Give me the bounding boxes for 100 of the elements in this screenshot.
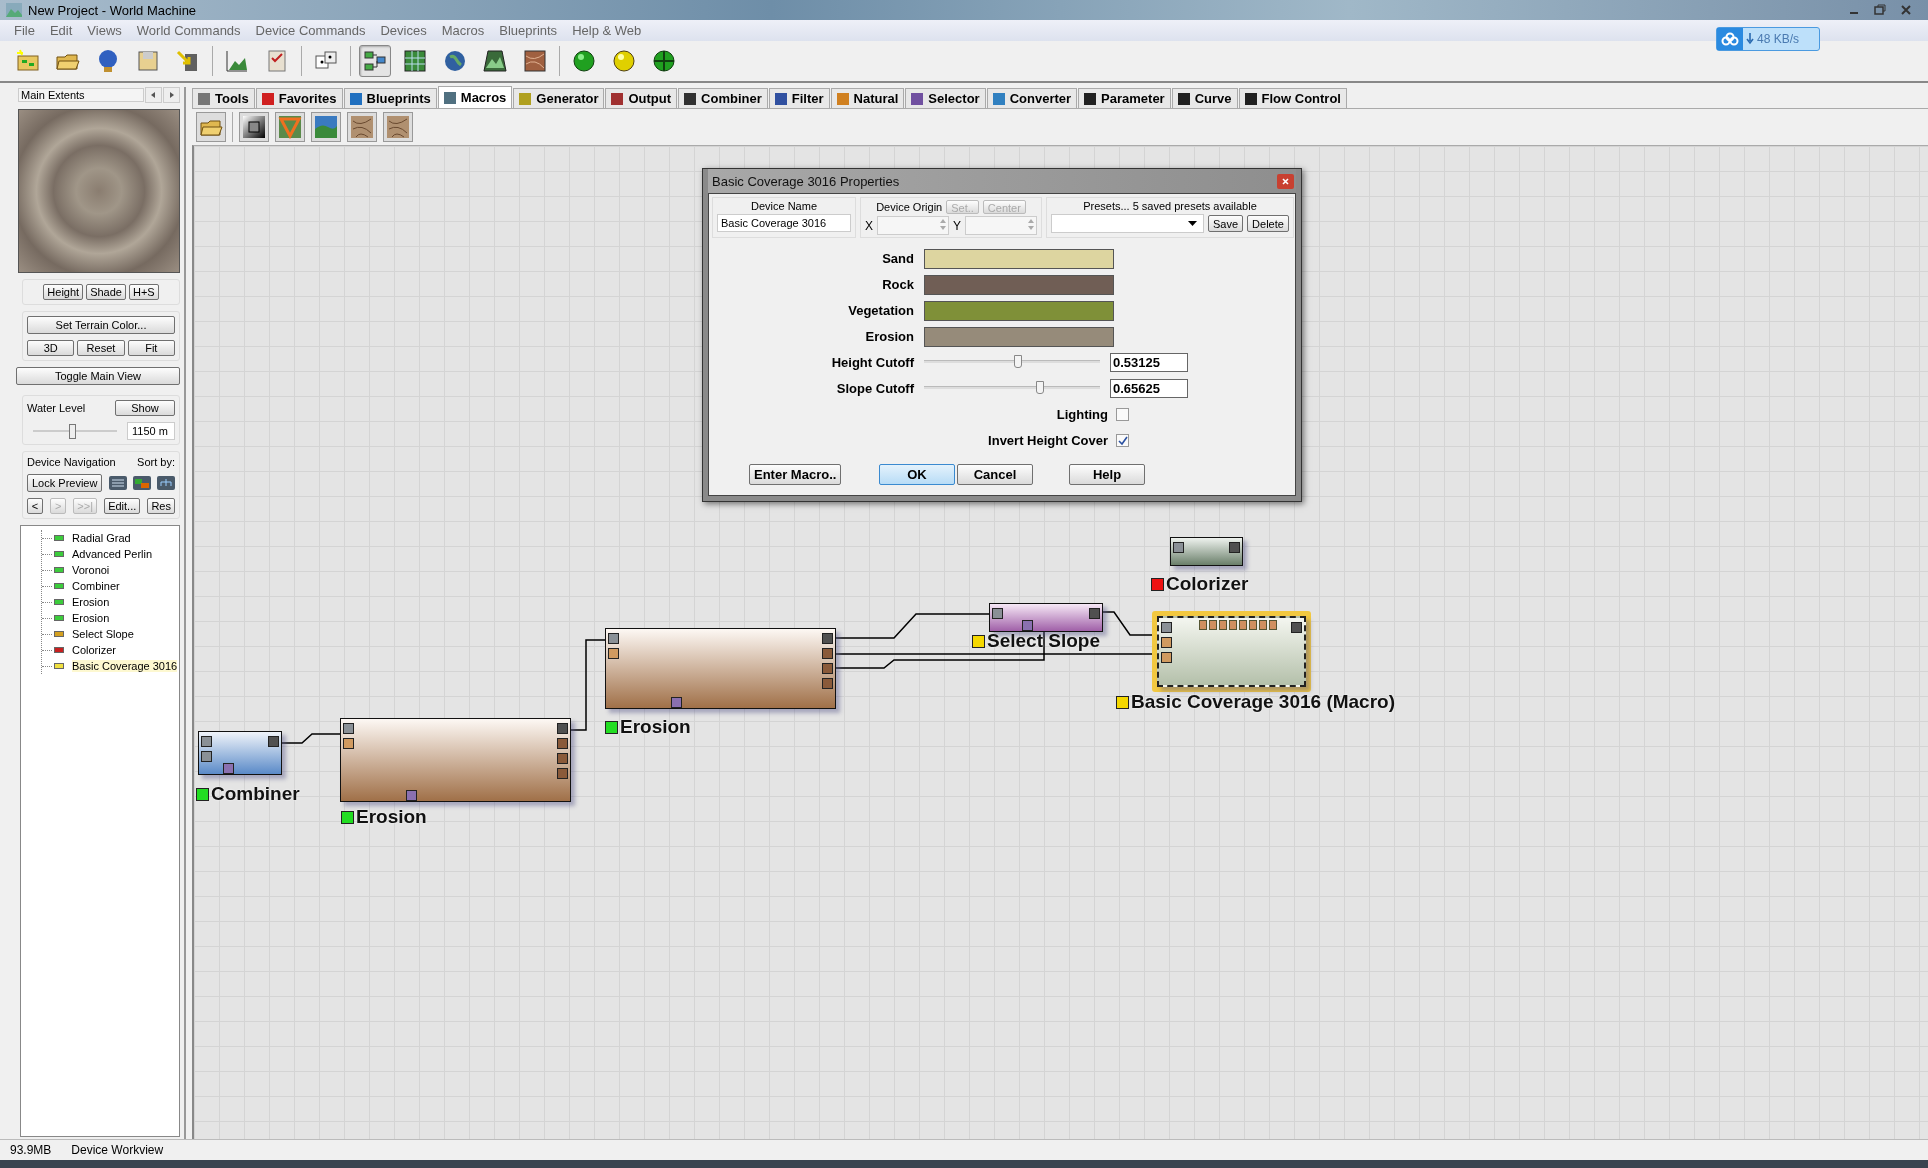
menu-item[interactable]: Edit [49,23,73,38]
dialog-button[interactable]: Cancel [957,464,1033,485]
menu-item[interactable]: World Commands [136,23,241,38]
dialog-button[interactable]: OK [879,464,955,485]
color-swatch[interactable] [924,274,1114,295]
slider-thumb[interactable] [1013,354,1022,368]
menu-item[interactable]: Views [87,23,122,38]
tab[interactable]: Tools [192,88,255,108]
value-field[interactable]: 0.53125 [1110,353,1188,372]
tab[interactable]: Selector [905,88,986,108]
tree-item[interactable]: Radial Grad [42,530,179,546]
output-port[interactable] [557,738,568,749]
set-terrain-color-button[interactable]: Set Terrain Color... [27,316,175,334]
input-port[interactable] [1161,637,1172,648]
input-port[interactable] [1173,542,1184,553]
slider-thumb[interactable] [1035,380,1044,394]
tab[interactable]: Converter [986,88,1078,108]
tab[interactable]: Combiner [678,88,768,108]
dialog-button[interactable]: Enter Macro.. [749,464,841,485]
x-spin-field[interactable] [877,216,949,235]
toolbar-button[interactable] [359,45,391,77]
tab[interactable]: Blueprints [343,88,437,108]
y-spin-field[interactable] [965,216,1038,235]
save-button[interactable]: Save [1208,215,1244,232]
mask-port[interactable] [671,697,682,708]
camera-button[interactable]: Fit [127,340,175,356]
output-port[interactable] [822,678,833,689]
output-port[interactable] [822,648,833,659]
device-node[interactable] [1170,537,1243,566]
tree-item[interactable]: Colorizer [42,642,179,658]
mask-port[interactable] [406,790,417,801]
input-port[interactable] [343,723,354,734]
menu-item[interactable]: Help & Web [572,23,642,38]
list-icon[interactable] [108,476,127,490]
mask-port[interactable] [1022,620,1033,631]
tab[interactable]: Filter [768,88,830,108]
device-node[interactable] [340,718,571,802]
device-node[interactable] [1157,616,1306,687]
color-swatch[interactable] [924,248,1114,269]
tab[interactable]: Output [605,88,678,108]
menu-item[interactable]: File [14,23,35,38]
hierarchy-icon[interactable] [157,476,175,490]
water-level-slider-thumb[interactable] [69,424,77,439]
color-swatch[interactable] [924,326,1114,347]
output-port[interactable] [822,663,833,674]
macro-button[interactable] [239,112,269,142]
tab[interactable]: Macros [437,86,513,108]
lock-preview-button[interactable]: Lock Preview [27,474,103,492]
device-node[interactable] [605,628,836,709]
show-water-button[interactable]: Show [115,400,175,416]
node-graph-icon[interactable] [132,476,151,490]
input-port[interactable] [608,633,619,644]
device-node[interactable] [198,731,282,775]
navigation-button[interactable]: < [27,498,43,514]
menu-item[interactable]: Devices [380,23,427,38]
input-port[interactable] [201,736,212,747]
device-name-field[interactable]: Basic Coverage 3016 [717,214,851,232]
value-field[interactable]: 0.65625 [1110,379,1188,398]
input-port[interactable] [343,738,354,749]
tab[interactable]: Parameter [1078,88,1171,108]
input-port[interactable] [201,751,212,762]
tab[interactable]: Favorites [255,88,343,108]
input-port[interactable] [608,648,619,659]
delete-button[interactable]: Delete [1247,215,1289,232]
output-port[interactable] [557,768,568,779]
water-level-field[interactable]: 1150 m [127,422,175,440]
navigation-button[interactable]: Edit... [104,498,141,514]
tab[interactable]: Curve [1171,88,1238,108]
tab[interactable]: Natural [830,88,905,108]
view-mode-button[interactable]: H+S [128,284,159,300]
tab[interactable]: Flow Control [1238,88,1347,108]
input-port[interactable] [1161,622,1172,633]
camera-button[interactable]: 3D [27,340,75,356]
macro-button[interactable] [347,112,377,142]
output-port[interactable] [557,753,568,764]
checkbox[interactable] [1116,434,1129,447]
tree-item[interactable]: Voronoi [42,562,179,578]
macro-button[interactable] [383,112,413,142]
checkbox[interactable] [1116,408,1129,421]
tree-item[interactable]: Combiner [42,578,179,594]
view-mode-button[interactable]: Shade [86,284,126,300]
navigation-button[interactable]: Res [147,498,175,514]
menu-item[interactable]: Device Commands [255,23,366,38]
menu-item[interactable]: Macros [441,23,485,38]
tree-item[interactable]: Select Slope [42,626,179,642]
close-icon[interactable] [1277,173,1294,189]
mask-port[interactable] [223,763,234,774]
camera-button[interactable]: Reset [77,340,125,356]
tree-item[interactable]: Erosion [42,610,179,626]
tab[interactable]: Generator [513,88,605,108]
tree-item[interactable]: Erosion [42,594,179,610]
toggle-main-view-button[interactable]: Toggle Main View [16,367,180,385]
dialog-button[interactable]: Help [1069,464,1145,485]
input-port[interactable] [1161,652,1172,663]
color-swatch[interactable] [924,300,1114,321]
device-node[interactable] [989,603,1103,632]
input-port[interactable] [992,608,1003,619]
menu-item[interactable]: Blueprints [499,23,558,38]
tree-item[interactable]: Advanced Perlin [42,546,179,562]
view-mode-button[interactable]: Height [43,284,84,300]
